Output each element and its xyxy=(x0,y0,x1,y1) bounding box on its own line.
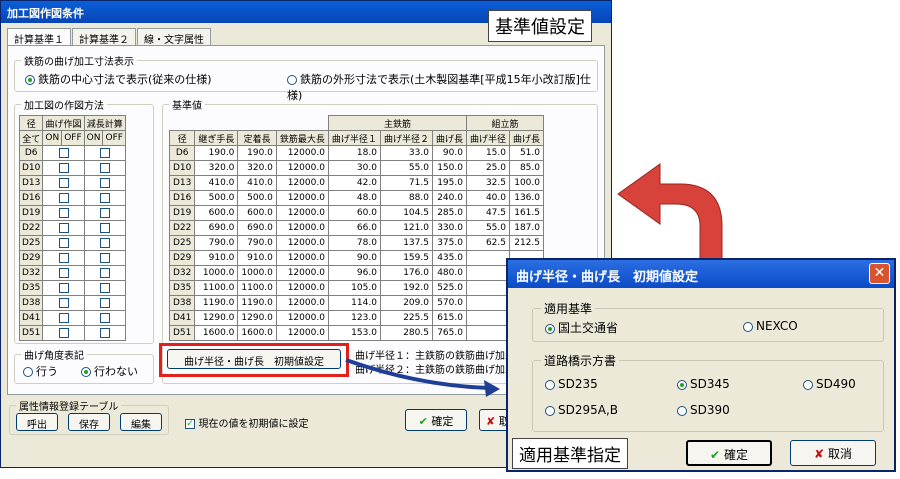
spec-sd490-label: SD490 xyxy=(816,377,856,391)
spec-option-sd490[interactable]: SD490 xyxy=(803,377,856,391)
standard-mlit-label: 国土交通省 xyxy=(558,321,619,335)
radio-icon xyxy=(677,405,687,416)
dialog-ok-label: 確定 xyxy=(723,448,748,462)
dialog-titlebar: 曲げ半径・曲げ長 初期値設定 ✕ xyxy=(508,260,894,288)
dialog-cancel-label: 取消 xyxy=(827,447,852,461)
standard-title: 適用基準 xyxy=(541,300,596,317)
close-icon[interactable]: ✕ xyxy=(869,263,890,284)
radio-icon xyxy=(743,321,753,332)
standard-nexco-label: NEXCO xyxy=(756,319,798,333)
spec-option-sd345[interactable]: SD345 xyxy=(677,377,730,391)
dialog-title: 曲げ半径・曲げ長 初期値設定 xyxy=(516,270,699,285)
spec-option-sd235[interactable]: SD235 xyxy=(545,377,598,391)
radio-icon xyxy=(803,379,813,390)
dialog-cancel-button[interactable]: ✘ 取消 xyxy=(790,440,876,466)
curved-arrow-icon xyxy=(617,163,723,263)
standard-option-nexco[interactable]: NEXCO xyxy=(743,319,798,333)
callout-standard-spec: 適用基準指定 xyxy=(512,438,628,469)
spec-option-sd390[interactable]: SD390 xyxy=(677,403,730,417)
spec-title: 道路橋示方書 xyxy=(541,352,620,369)
spec-sd345-label: SD345 xyxy=(690,377,730,391)
spec-sd390-label: SD390 xyxy=(690,403,730,417)
spec-option-sd295[interactable]: SD295A,B xyxy=(545,403,618,417)
x-icon: ✘ xyxy=(814,447,825,461)
spec-sd235-label: SD235 xyxy=(558,377,598,391)
pointer-arrow-icon xyxy=(345,358,500,397)
standard-group: 適用基準 国土交通省 NEXCO xyxy=(532,300,884,342)
radio-icon xyxy=(545,405,555,416)
standard-option-mlit[interactable]: 国土交通省 xyxy=(545,319,618,336)
radio-icon xyxy=(677,379,687,390)
spec-sd295-label: SD295A,B xyxy=(558,403,619,417)
radio-icon xyxy=(545,323,555,334)
spec-group: 道路橋示方書 SD235 SD345 SD490 SD295A,B SD390 xyxy=(532,352,884,432)
radio-icon xyxy=(545,379,555,390)
check-icon: ✔ xyxy=(710,448,721,462)
dialog-ok-button[interactable]: ✔ 確定 xyxy=(686,440,772,466)
